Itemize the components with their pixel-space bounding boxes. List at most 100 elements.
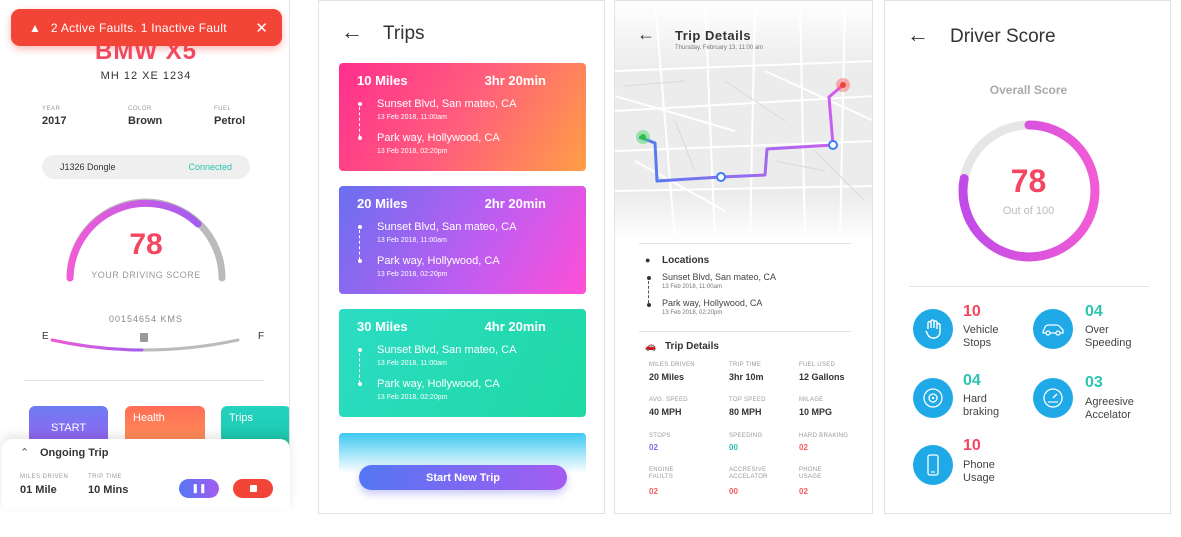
metric-label: Phone Usage [963, 459, 995, 484]
ongoing-trip-title: Ongoing Trip [40, 447, 109, 459]
trip-miles: 10 Miles [357, 73, 408, 88]
stat-value: 40 MPH [649, 407, 682, 417]
stat-value: 12 Gallons [799, 372, 845, 382]
trip-to: Park way, Hollywood, CA [377, 132, 500, 144]
route-line [359, 107, 360, 137]
end-point-dot [358, 382, 362, 386]
driving-score-value: 78 [129, 228, 163, 261]
trip-card[interactable]: 20 Miles 2hr 20min Sunset Blvd, San mate… [339, 186, 586, 294]
spec-fuel-value: Petrol [214, 115, 246, 127]
start-tile-label: START [51, 422, 87, 434]
dongle-status-pill[interactable]: J1326 Dongle Connected [42, 155, 250, 179]
metric-value: 10 [963, 303, 981, 320]
stop-icon [249, 485, 257, 492]
trip-details-subtitle: Thursday, February 13, 11:00 am [675, 45, 764, 51]
vehicle-dashboard-screen: BMW X5 ▲ 2 Active Faults. 1 Inactive Fau… [2, 0, 290, 508]
trip-from: Sunset Blvd, San mateo, CA [377, 98, 517, 110]
driver-score-title: Driver Score [950, 26, 1056, 47]
trip-time-label: TRIP TIME [88, 474, 122, 480]
stat-label: TRIP TIME [729, 362, 762, 368]
stat-value: 3hr 10m [729, 372, 764, 382]
count-value: 02 [799, 487, 808, 496]
trip-duration: 4hr 20min [484, 319, 546, 334]
end-point-dot [358, 259, 362, 263]
start-new-trip-button[interactable]: Start New Trip [359, 465, 567, 490]
back-arrow-icon[interactable]: ← [907, 22, 929, 48]
count-value: 02 [649, 443, 658, 452]
divider [24, 380, 264, 381]
count-label: ACCRESIVE ACCELATOR [729, 467, 768, 480]
route-line [359, 353, 360, 383]
metric-value: 04 [1085, 303, 1103, 320]
trip-miles: 20 Miles [357, 196, 408, 211]
fault-banner[interactable]: ▲ 2 Active Faults. 1 Inactive Fault ✕ [11, 9, 282, 46]
stat-label: MILES DRIVEN [649, 362, 695, 368]
ongoing-trip-sheet[interactable]: ⌃ Ongoing Trip MILES DRIVEN 01 Mile TRIP… [2, 439, 290, 509]
trip-to-time: 13 Feb 2018, 02:20pm [377, 148, 448, 155]
driver-score-screen: ← Driver Score Overall Score 78 Out of 1… [884, 0, 1171, 514]
car-icon: 🚗 [645, 341, 657, 351]
spec-fuel-label: FUEL [214, 106, 232, 112]
start-point-dot [358, 348, 362, 352]
miles-driven-value: 01 Mile [20, 484, 57, 496]
stop-button[interactable] [233, 479, 273, 498]
stat-label: MILAGE [799, 397, 824, 403]
trip-from: Sunset Blvd, San mateo, CA [662, 272, 777, 282]
spec-color-label: COLOR [128, 106, 152, 112]
fuel-pump-icon [140, 333, 148, 342]
trips-tile-label: Trips [229, 412, 254, 424]
driving-score-label: YOUR DRIVING SCORE [91, 270, 201, 280]
back-arrow-icon[interactable]: ← [341, 19, 363, 45]
route-line [359, 230, 360, 260]
metric-value: 10 [963, 437, 981, 454]
count-label: PHONE USAGE [799, 467, 822, 480]
car-speed-icon [1033, 309, 1073, 349]
dongle-id: J1326 Dongle [60, 162, 116, 172]
stat-value: 10 MPG [799, 407, 833, 417]
count-label: SPEEDING [729, 433, 763, 439]
start-point-dot [647, 276, 651, 280]
trip-from: Sunset Blvd, San mateo, CA [377, 221, 517, 233]
count-value: 00 [729, 443, 738, 452]
trip-details-screen: ← Trip Details Thursday, February 13, 11… [614, 0, 873, 514]
trip-to-time: 13 Feb 2018, 02:20pm [662, 310, 723, 316]
speedometer-icon [1033, 378, 1073, 418]
metric-label: Over Speeding [1085, 324, 1132, 349]
count-label: HARD BRAKING [799, 433, 849, 439]
pause-button[interactable]: ❚❚ [179, 479, 219, 498]
fuel-full-label: F [258, 331, 265, 342]
trips-title: Trips [383, 23, 425, 44]
dongle-connection-status: Connected [188, 162, 232, 172]
chevron-up-icon[interactable]: ⌃ [20, 446, 29, 459]
divider [639, 331, 851, 332]
miles-driven-label: MILES DRIVEN [20, 474, 69, 480]
count-label: STOPS [649, 433, 671, 439]
odometer-reading: 00154654 KMS [108, 314, 184, 324]
trip-card[interactable]: 30 Miles 4hr 20min Sunset Blvd, San mate… [339, 309, 586, 417]
back-arrow-icon[interactable]: ← [637, 24, 655, 45]
stat-label: AVG. SPEED [649, 397, 688, 403]
trip-duration: 3hr 20min [484, 73, 546, 88]
phone-icon [913, 445, 953, 485]
metric-value: 04 [963, 372, 981, 389]
trip-to-time: 13 Feb 2018, 02:20pm [377, 394, 448, 401]
count-label: ENGINE FAULTS [649, 467, 674, 480]
spec-color-value: Brown [128, 115, 163, 127]
start-point-dot [358, 102, 362, 106]
start-point-dot [358, 225, 362, 229]
trip-to: Park way, Hollywood, CA [377, 255, 500, 267]
metric-value: 03 [1085, 374, 1103, 391]
trip-from-time: 13 Feb 2018, 11:00am [377, 360, 447, 367]
warning-icon: ▲ [29, 20, 41, 35]
trip-card[interactable]: 10 Miles 3hr 20min Sunset Blvd, San mate… [339, 63, 586, 171]
stat-value: 20 Miles [649, 372, 685, 382]
trip-time-value: 10 Mins [88, 484, 129, 496]
count-value: 02 [649, 487, 658, 496]
trip-details-title: Trip Details [675, 28, 752, 43]
trip-to: Park way, Hollywood, CA [662, 298, 763, 308]
stat-label: TOP SPEED [729, 397, 766, 403]
stat-value: 80 MPH [729, 407, 762, 417]
fault-banner-text: 2 Active Faults. 1 Inactive Fault [50, 20, 227, 35]
locations-title: Locations [662, 255, 710, 266]
close-icon[interactable]: ✕ [255, 19, 268, 37]
